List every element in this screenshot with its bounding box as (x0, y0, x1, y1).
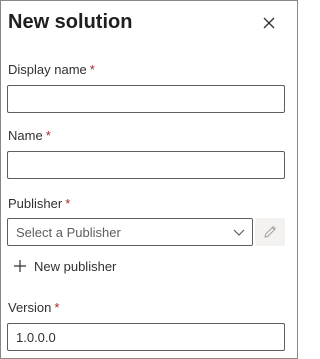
required-marker: * (54, 300, 60, 315)
version-label: Version * (8, 300, 59, 315)
required-marker: * (89, 62, 95, 77)
publisher-dropdown-placeholder: Select a Publisher (16, 225, 121, 240)
publisher-label: Publisher * (8, 196, 70, 211)
version-input[interactable] (7, 323, 285, 351)
version-label-text: Version (8, 300, 52, 315)
new-publisher-button[interactable]: New publisher (13, 256, 116, 276)
display-name-input[interactable] (7, 85, 285, 113)
display-name-label-text: Display name (8, 62, 87, 77)
plus-icon (14, 260, 26, 272)
required-marker: * (45, 128, 51, 143)
name-label: Name * (8, 128, 51, 143)
panel-title: New solution (8, 11, 133, 33)
edit-publisher-button[interactable] (255, 218, 285, 246)
new-publisher-label: New publisher (34, 258, 117, 274)
name-label-text: Name (8, 128, 43, 143)
pencil-icon (264, 226, 276, 238)
chevron-down-icon (233, 229, 245, 236)
display-name-label: Display name * (8, 62, 95, 77)
new-solution-panel: New solution Display name * Name * Publish… (0, 0, 298, 359)
required-marker: * (65, 196, 71, 211)
close-icon[interactable] (260, 14, 278, 32)
publisher-dropdown[interactable]: Select a Publisher (7, 218, 253, 246)
publisher-label-text: Publisher (8, 196, 63, 211)
name-input[interactable] (7, 151, 285, 179)
